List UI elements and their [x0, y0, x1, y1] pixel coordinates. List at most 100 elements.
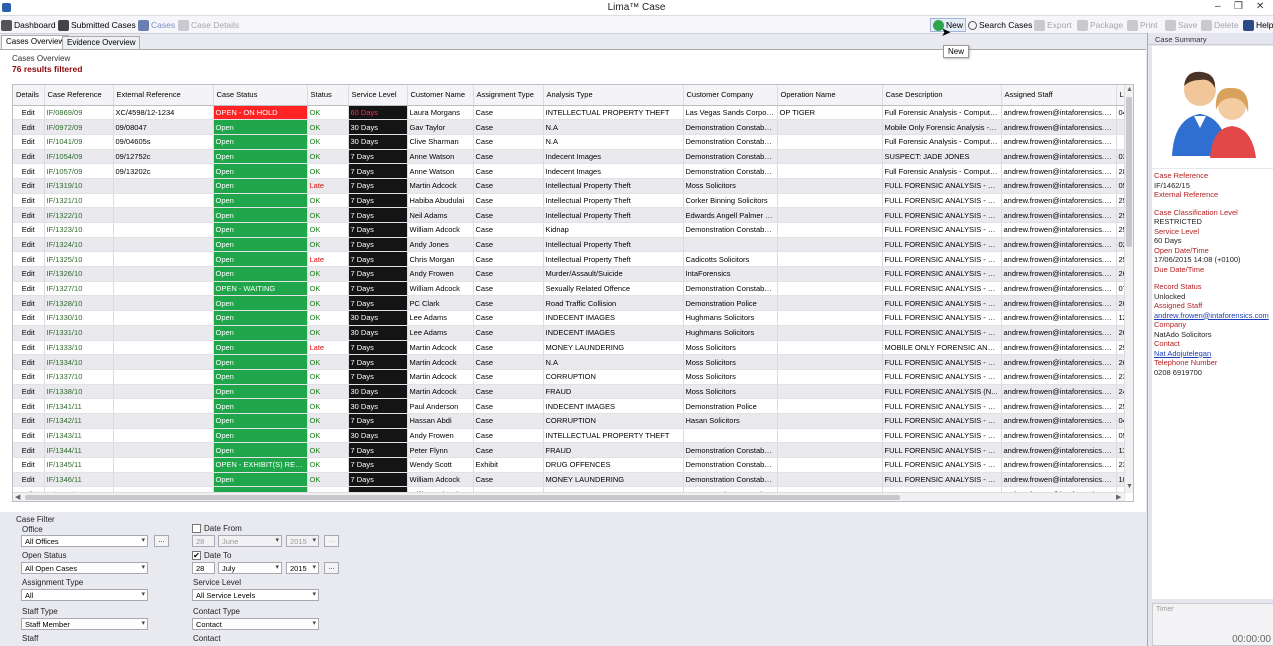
edit-button[interactable]: Edit [13, 163, 45, 179]
edit-button[interactable]: Edit [13, 222, 45, 238]
table-row[interactable]: Edit IF/1331/10 Open OK 30 Days Lee Adams Case… [13, 325, 1126, 341]
edit-button[interactable]: Edit [13, 193, 45, 209]
edit-button[interactable]: Edit [13, 384, 45, 400]
date-from-year-select[interactable]: 2015 ▾ [286, 535, 319, 547]
delete-button[interactable]: Delete [1201, 18, 1239, 32]
edit-button[interactable]: Edit [13, 325, 45, 341]
scroll-left-icon[interactable]: ◀ [15, 493, 20, 501]
table-row[interactable]: Edit IF/1326/10 Open OK 7 Days Andy Frowen Cas… [13, 266, 1126, 282]
table-row[interactable]: Edit IF/1041/09 09/04605s Open OK 30 Days Cliv… [13, 134, 1126, 150]
table-row[interactable]: Edit IF/1343/11 Open OK 30 Days Andy Frowen Ca… [13, 428, 1126, 444]
column-header[interactable]: Analysis Type [543, 85, 684, 106]
table-row[interactable]: Edit IF/1337/10 Open OK 7 Days Martin Adcock C… [13, 369, 1126, 385]
table-row[interactable]: Edit IF/1330/10 Open OK 30 Days Lee Adams Case… [13, 310, 1126, 326]
table-row[interactable]: Edit IF/1057/09 09/13202c Open OK 7 Days Anne … [13, 163, 1126, 179]
office-select[interactable]: All Offices ▾ [21, 535, 148, 547]
table-row[interactable]: Edit IF/1325/10 Open Late 7 Days Chris Morgan… [13, 251, 1126, 268]
column-header[interactable]: Case Status [213, 85, 308, 106]
edit-button[interactable]: Edit [13, 442, 45, 458]
help-button[interactable]: Help [1243, 18, 1273, 32]
table-row[interactable]: Edit IF/1342/11 Open OK 7 Days Hassan Abdi Cas… [13, 413, 1126, 429]
save-button[interactable]: Save [1165, 18, 1197, 32]
export-button[interactable]: Export [1034, 18, 1072, 32]
case-details-button[interactable]: Case Details [178, 18, 239, 32]
dashboard-button[interactable]: Dashboard [1, 18, 56, 32]
edit-button[interactable]: Edit [13, 105, 45, 121]
table-row[interactable]: Edit IF/1333/10 Open Late 7 Days Martin Adcoc… [13, 340, 1126, 356]
assignment-type-select[interactable]: All ▾ [21, 589, 148, 601]
edit-button[interactable]: Edit [13, 340, 45, 356]
date-to-year-select[interactable]: 2015 ▾ [286, 562, 319, 574]
table-row[interactable]: Edit IF/1341/11 Open OK 30 Days Paul Anderson… [13, 398, 1126, 414]
minimize-button[interactable]: – [1215, 1, 1221, 12]
horizontal-scroll-thumb[interactable] [25, 495, 900, 500]
column-header[interactable]: Customer Company [683, 85, 778, 106]
date-to-checkbox[interactable]: ✔ [192, 551, 201, 560]
column-header[interactable]: Customer Name [407, 85, 474, 106]
contact-link[interactable]: Nat Adojutelegan [1154, 349, 1272, 359]
table-row[interactable]: Edit IF/1338/10 Open OK 30 Days Martin Adcock… [13, 384, 1126, 400]
contact-type-select[interactable]: Contact ▾ [192, 618, 319, 630]
date-to-month-select[interactable]: July ▾ [218, 562, 282, 574]
column-header[interactable]: Assigned Staff [1001, 85, 1117, 106]
edit-button[interactable]: Edit [13, 281, 45, 297]
service-level-select[interactable]: All Service Levels ▾ [192, 589, 319, 601]
table-row[interactable]: Edit IF/1346/11 Open OK 7 Days William Adcock… [13, 472, 1126, 488]
open-status-select[interactable]: All Open Cases ▾ [21, 562, 148, 574]
edit-button[interactable]: Edit [13, 354, 45, 370]
table-row[interactable]: Edit IF/1327/10 OPEN - WAITING OK 7 Days Will… [13, 281, 1126, 297]
date-from-month-select[interactable]: June ▾ [218, 535, 282, 547]
scroll-down-icon[interactable]: ▼ [1126, 483, 1133, 490]
column-header[interactable]: Status [307, 85, 349, 106]
edit-button[interactable]: Edit [13, 295, 45, 312]
table-row[interactable]: Edit IF/1334/10 Open OK 7 Days Martin Adcock C… [13, 354, 1126, 370]
column-header[interactable]: Case Reference [44, 85, 114, 106]
edit-button[interactable]: Edit [13, 178, 45, 194]
edit-button[interactable]: Edit [13, 134, 45, 150]
vertical-scroll-thumb[interactable] [1126, 97, 1132, 247]
table-row[interactable]: Edit IF/1328/10 Open OK 7 Days PC Clark Case Ro… [13, 295, 1126, 312]
horizontal-scrollbar[interactable]: ◀ ▶ [13, 492, 1126, 501]
table-row[interactable]: Edit IF/1319/10 Open Late 7 Days Martin Adcoc… [13, 178, 1126, 194]
package-button[interactable]: Package [1077, 18, 1123, 32]
date-to-calendar-button[interactable]: ... [324, 562, 339, 574]
table-row[interactable]: Edit IF/1345/11 OPEN - EXHIBIT(S) REC... OK… [13, 457, 1126, 473]
edit-button[interactable]: Edit [13, 207, 45, 223]
scroll-right-icon[interactable]: ▶ [1116, 493, 1121, 501]
table-row[interactable]: Edit IF/1324/10 Open OK 7 Days Andy Jones Case… [13, 237, 1126, 253]
column-header[interactable]: Service Level [348, 85, 408, 106]
date-from-day-select[interactable]: 28 [192, 535, 215, 547]
maximize-button[interactable]: ❐ [1234, 1, 1243, 12]
edit-button[interactable]: Edit [13, 413, 45, 429]
column-header[interactable]: External Reference [113, 85, 214, 106]
table-row[interactable]: Edit IF/1054/09 09/12752c Open OK 7 Days Anne … [13, 149, 1126, 165]
table-row[interactable]: Edit IF/1323/10 Open OK 7 Days William Adcock… [13, 222, 1126, 238]
edit-button[interactable]: Edit [13, 457, 45, 473]
edit-button[interactable]: Edit [13, 149, 45, 165]
date-from-calendar-button[interactable]: ... [324, 535, 339, 547]
table-row[interactable]: Edit IF/1321/10 Open OK 7 Days Habiba Abudula… [13, 193, 1126, 209]
close-button[interactable]: ✕ [1256, 1, 1264, 12]
edit-button[interactable]: Edit [13, 266, 45, 282]
assigned-staff-link[interactable]: andrew.frowen@intaforensics.com [1154, 311, 1272, 321]
staff-type-select[interactable]: Staff Member ▾ [21, 618, 148, 630]
column-header[interactable]: Details [13, 85, 45, 106]
table-row[interactable]: Edit IF/1322/10 Open OK 7 Days Neil Adams Case… [13, 207, 1126, 223]
column-header[interactable]: Operation Name [777, 85, 883, 106]
column-header[interactable]: Assignment Type [473, 85, 544, 106]
table-row[interactable]: Edit IF/0972/09 09/08047 Open OK 30 Days Gav T… [13, 119, 1126, 135]
vertical-scrollbar[interactable]: ▲ ▼ [1124, 85, 1133, 493]
office-browse-button[interactable]: ... [154, 535, 169, 547]
cases-button[interactable]: Cases [138, 18, 175, 32]
edit-button[interactable]: Edit [13, 119, 45, 135]
edit-button[interactable]: Edit [13, 472, 45, 488]
print-button[interactable]: Print [1127, 18, 1157, 32]
table-row[interactable]: Edit IF/1344/11 Open OK 7 Days Peter Flynn Cas… [13, 442, 1126, 458]
date-to-day-select[interactable]: 28 [192, 562, 215, 574]
edit-button[interactable]: Edit [13, 428, 45, 444]
tab-evidence-overview[interactable]: Evidence Overview [62, 36, 141, 50]
submitted-cases-button[interactable]: Submitted Cases [58, 18, 136, 32]
scroll-up-icon[interactable]: ▲ [1126, 86, 1133, 93]
edit-button[interactable]: Edit [13, 237, 45, 253]
tab-cases-overview[interactable]: Cases Overview [1, 35, 70, 50]
